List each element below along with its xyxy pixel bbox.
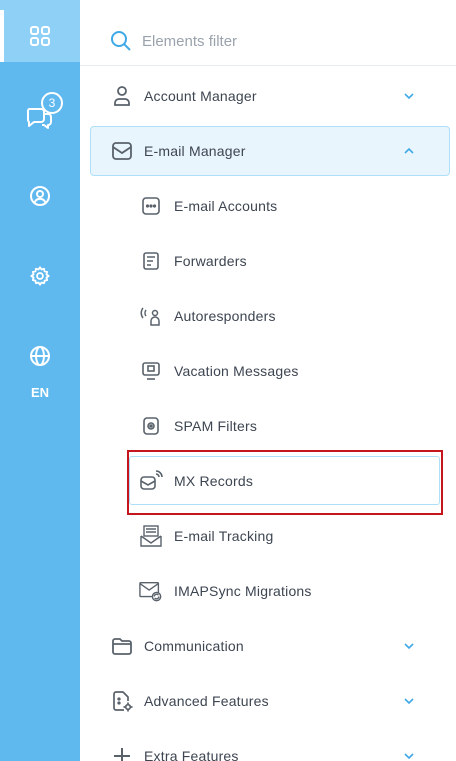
submenu-item-label: Forwarders [174, 253, 247, 269]
menu-item-extra-features[interactable]: Extra Features [80, 731, 456, 761]
submenu-item-vacation-messages[interactable]: Vacation Messages [80, 346, 456, 396]
search-bar [80, 0, 456, 66]
mx-records-icon [139, 469, 163, 493]
submenu-item-label: Vacation Messages [174, 363, 299, 379]
imapsync-icon [139, 579, 163, 603]
elements-filter-input[interactable] [142, 30, 422, 52]
submenu-item-label: E-mail Tracking [174, 528, 274, 544]
rail-top-strip [0, 0, 80, 10]
submenu-item-email-accounts[interactable]: E-mail Accounts [80, 181, 456, 231]
search-icon [111, 31, 131, 51]
chevron-down-icon [404, 643, 414, 650]
spam-filter-icon [139, 414, 163, 438]
submenu-item-imapsync-migrations[interactable]: IMAPSync Migrations [80, 566, 456, 616]
submenu-item-label: Autoresponders [174, 308, 276, 324]
folder-icon [110, 634, 134, 658]
grid-icon [30, 26, 50, 46]
globe-icon [30, 346, 50, 366]
forwarders-icon [139, 249, 163, 273]
menu-panel: Account Manager E-mail Manager E-mail Ac… [80, 0, 456, 761]
menu-item-label: E-mail Manager [144, 143, 246, 159]
rail-settings-button[interactable] [0, 253, 80, 299]
chat-count-badge: 3 [41, 92, 63, 114]
nav-rail: 3 EN [0, 0, 80, 761]
rail-dashboard-button[interactable] [0, 10, 80, 62]
menu-item-label: Account Manager [144, 88, 257, 104]
submenu-item-mx-records[interactable]: MX Records [80, 456, 456, 506]
plus-icon [110, 744, 134, 761]
menu-item-email-manager[interactable]: E-mail Manager [90, 126, 450, 176]
chevron-down-icon [404, 753, 414, 760]
menu-item-account-manager[interactable]: Account Manager [80, 71, 456, 121]
envelope-icon [110, 139, 134, 163]
autoresponder-icon [139, 304, 163, 328]
submenu-item-forwarders[interactable]: Forwarders [80, 236, 456, 286]
submenu-item-label: MX Records [174, 473, 254, 489]
chevron-down-icon [404, 93, 414, 100]
menu-item-label: Advanced Features [144, 693, 269, 709]
submenu-item-label: IMAPSync Migrations [174, 583, 312, 599]
menu-item-advanced-features[interactable]: Advanced Features [80, 676, 456, 726]
submenu-item-autoresponders[interactable]: Autoresponders [80, 291, 456, 341]
chevron-down-icon [404, 698, 414, 705]
chevron-up-icon [404, 147, 414, 154]
rail-language-button[interactable] [0, 333, 80, 379]
user-circle-icon [30, 186, 50, 206]
submenu-item-label: SPAM Filters [174, 418, 258, 434]
menu-item-label: Communication [144, 638, 244, 654]
document-settings-icon [110, 689, 134, 713]
submenu-item-email-tracking[interactable]: E-mail Tracking [80, 511, 456, 561]
gear-icon [30, 266, 50, 286]
monitor-icon [139, 359, 163, 383]
menu-item-communication[interactable]: Communication [80, 621, 456, 671]
person-icon [110, 84, 134, 108]
rail-profile-button[interactable] [0, 173, 80, 219]
rail-chat-button[interactable] [0, 92, 80, 138]
submenu-item-spam-filters[interactable]: SPAM Filters [80, 401, 456, 451]
submenu-item-label: E-mail Accounts [174, 198, 278, 214]
menu-item-label: Extra Features [144, 748, 239, 761]
language-label[interactable]: EN [0, 385, 80, 400]
email-tracking-icon [139, 524, 163, 548]
email-accounts-icon [139, 194, 163, 218]
